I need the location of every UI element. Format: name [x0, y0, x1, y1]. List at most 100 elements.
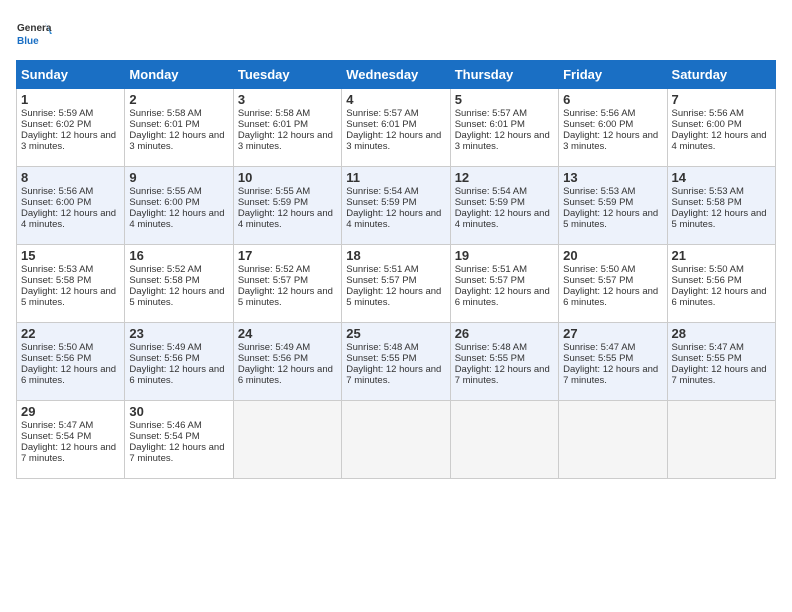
col-wednesday: Wednesday — [342, 61, 450, 89]
svg-text:General: General — [17, 23, 52, 34]
daylight-label: Daylight: 12 hours and 3 minutes. — [346, 130, 441, 152]
day-number: 8 — [21, 170, 120, 185]
table-cell: 8 Sunrise: 5:56 AM Sunset: 6:00 PM Dayli… — [17, 167, 125, 245]
sunset: Sunset: 5:58 PM — [129, 275, 199, 286]
sunrise: Sunrise: 5:58 AM — [129, 108, 201, 119]
table-cell: 6 Sunrise: 5:56 AM Sunset: 6:00 PM Dayli… — [559, 89, 667, 167]
daylight-label: Daylight: 12 hours and 6 minutes. — [455, 286, 550, 308]
day-number: 10 — [238, 170, 337, 185]
day-number: 30 — [129, 404, 228, 419]
sunrise: Sunrise: 5:48 AM — [455, 342, 527, 353]
table-cell: 14 Sunrise: 5:53 AM Sunset: 5:58 PM Dayl… — [667, 167, 775, 245]
table-cell: 12 Sunrise: 5:54 AM Sunset: 5:59 PM Dayl… — [450, 167, 558, 245]
day-number: 29 — [21, 404, 120, 419]
table-row: 22 Sunrise: 5:50 AM Sunset: 5:56 PM Dayl… — [17, 323, 776, 401]
table-row: 15 Sunrise: 5:53 AM Sunset: 5:58 PM Dayl… — [17, 245, 776, 323]
sunset: Sunset: 6:02 PM — [21, 119, 91, 130]
sunrise: Sunrise: 5:47 AM — [672, 342, 744, 353]
table-cell: 24 Sunrise: 5:49 AM Sunset: 5:56 PM Dayl… — [233, 323, 341, 401]
table-cell: 7 Sunrise: 5:56 AM Sunset: 6:00 PM Dayli… — [667, 89, 775, 167]
daylight-label: Daylight: 12 hours and 3 minutes. — [455, 130, 550, 152]
day-number: 27 — [563, 326, 662, 341]
sunrise: Sunrise: 5:48 AM — [346, 342, 418, 353]
sunset: Sunset: 5:55 PM — [563, 353, 633, 364]
table-cell — [450, 401, 558, 479]
sunset: Sunset: 5:59 PM — [346, 197, 416, 208]
table-cell — [342, 401, 450, 479]
sunrise: Sunrise: 5:53 AM — [21, 264, 93, 275]
sunset: Sunset: 5:59 PM — [238, 197, 308, 208]
day-number: 17 — [238, 248, 337, 263]
sunset: Sunset: 5:55 PM — [346, 353, 416, 364]
sunrise: Sunrise: 5:56 AM — [672, 108, 744, 119]
col-friday: Friday — [559, 61, 667, 89]
table-cell: 28 Sunrise: 5:47 AM Sunset: 5:55 PM Dayl… — [667, 323, 775, 401]
day-number: 19 — [455, 248, 554, 263]
sunset: Sunset: 5:55 PM — [672, 353, 742, 364]
sunset: Sunset: 5:56 PM — [21, 353, 91, 364]
table-cell: 13 Sunrise: 5:53 AM Sunset: 5:59 PM Dayl… — [559, 167, 667, 245]
table-cell: 27 Sunrise: 5:47 AM Sunset: 5:55 PM Dayl… — [559, 323, 667, 401]
sunset: Sunset: 5:57 PM — [563, 275, 633, 286]
day-number: 22 — [21, 326, 120, 341]
sunset: Sunset: 5:58 PM — [21, 275, 91, 286]
daylight-label: Daylight: 12 hours and 6 minutes. — [21, 364, 116, 386]
col-thursday: Thursday — [450, 61, 558, 89]
sunset: Sunset: 5:54 PM — [21, 431, 91, 442]
table-cell: 5 Sunrise: 5:57 AM Sunset: 6:01 PM Dayli… — [450, 89, 558, 167]
col-monday: Monday — [125, 61, 233, 89]
day-number: 15 — [21, 248, 120, 263]
day-number: 12 — [455, 170, 554, 185]
daylight-label: Daylight: 12 hours and 7 minutes. — [563, 364, 658, 386]
sunrise: Sunrise: 5:54 AM — [346, 186, 418, 197]
daylight-label: Daylight: 12 hours and 7 minutes. — [672, 364, 767, 386]
daylight-label: Daylight: 12 hours and 3 minutes. — [238, 130, 333, 152]
table-cell: 22 Sunrise: 5:50 AM Sunset: 5:56 PM Dayl… — [17, 323, 125, 401]
daylight-label: Daylight: 12 hours and 6 minutes. — [238, 364, 333, 386]
calendar-header-row: Sunday Monday Tuesday Wednesday Thursday… — [17, 61, 776, 89]
sunrise: Sunrise: 5:57 AM — [346, 108, 418, 119]
daylight-label: Daylight: 12 hours and 6 minutes. — [129, 364, 224, 386]
sunrise: Sunrise: 5:50 AM — [563, 264, 635, 275]
sunrise: Sunrise: 5:51 AM — [346, 264, 418, 275]
day-number: 24 — [238, 326, 337, 341]
table-row: 1 Sunrise: 5:59 AM Sunset: 6:02 PM Dayli… — [17, 89, 776, 167]
sunset: Sunset: 5:56 PM — [672, 275, 742, 286]
daylight-label: Daylight: 12 hours and 4 minutes. — [672, 130, 767, 152]
table-cell: 29 Sunrise: 5:47 AM Sunset: 5:54 PM Dayl… — [17, 401, 125, 479]
table-cell — [559, 401, 667, 479]
day-number: 14 — [672, 170, 771, 185]
day-number: 23 — [129, 326, 228, 341]
sunrise: Sunrise: 5:50 AM — [21, 342, 93, 353]
sunset: Sunset: 5:57 PM — [455, 275, 525, 286]
logo: General Blue — [16, 16, 52, 52]
sunset: Sunset: 6:00 PM — [21, 197, 91, 208]
daylight-label: Daylight: 12 hours and 6 minutes. — [672, 286, 767, 308]
sunset: Sunset: 5:57 PM — [346, 275, 416, 286]
sunset: Sunset: 5:55 PM — [455, 353, 525, 364]
table-row: 8 Sunrise: 5:56 AM Sunset: 6:00 PM Dayli… — [17, 167, 776, 245]
daylight-label: Daylight: 12 hours and 3 minutes. — [563, 130, 658, 152]
day-number: 18 — [346, 248, 445, 263]
daylight-label: Daylight: 12 hours and 4 minutes. — [21, 208, 116, 230]
sunrise: Sunrise: 5:58 AM — [238, 108, 310, 119]
table-cell: 19 Sunrise: 5:51 AM Sunset: 5:57 PM Dayl… — [450, 245, 558, 323]
day-number: 5 — [455, 92, 554, 107]
table-cell: 11 Sunrise: 5:54 AM Sunset: 5:59 PM Dayl… — [342, 167, 450, 245]
sunrise: Sunrise: 5:46 AM — [129, 420, 201, 431]
sunset: Sunset: 5:54 PM — [129, 431, 199, 442]
daylight-label: Daylight: 12 hours and 5 minutes. — [129, 286, 224, 308]
table-cell: 23 Sunrise: 5:49 AM Sunset: 5:56 PM Dayl… — [125, 323, 233, 401]
sunset: Sunset: 6:01 PM — [129, 119, 199, 130]
sunset: Sunset: 6:00 PM — [563, 119, 633, 130]
sunrise: Sunrise: 5:59 AM — [21, 108, 93, 119]
sunset: Sunset: 5:57 PM — [238, 275, 308, 286]
sunrise: Sunrise: 5:47 AM — [563, 342, 635, 353]
sunrise: Sunrise: 5:52 AM — [238, 264, 310, 275]
table-cell: 9 Sunrise: 5:55 AM Sunset: 6:00 PM Dayli… — [125, 167, 233, 245]
table-cell: 1 Sunrise: 5:59 AM Sunset: 6:02 PM Dayli… — [17, 89, 125, 167]
day-number: 9 — [129, 170, 228, 185]
table-cell: 3 Sunrise: 5:58 AM Sunset: 6:01 PM Dayli… — [233, 89, 341, 167]
sunrise: Sunrise: 5:53 AM — [563, 186, 635, 197]
day-number: 16 — [129, 248, 228, 263]
